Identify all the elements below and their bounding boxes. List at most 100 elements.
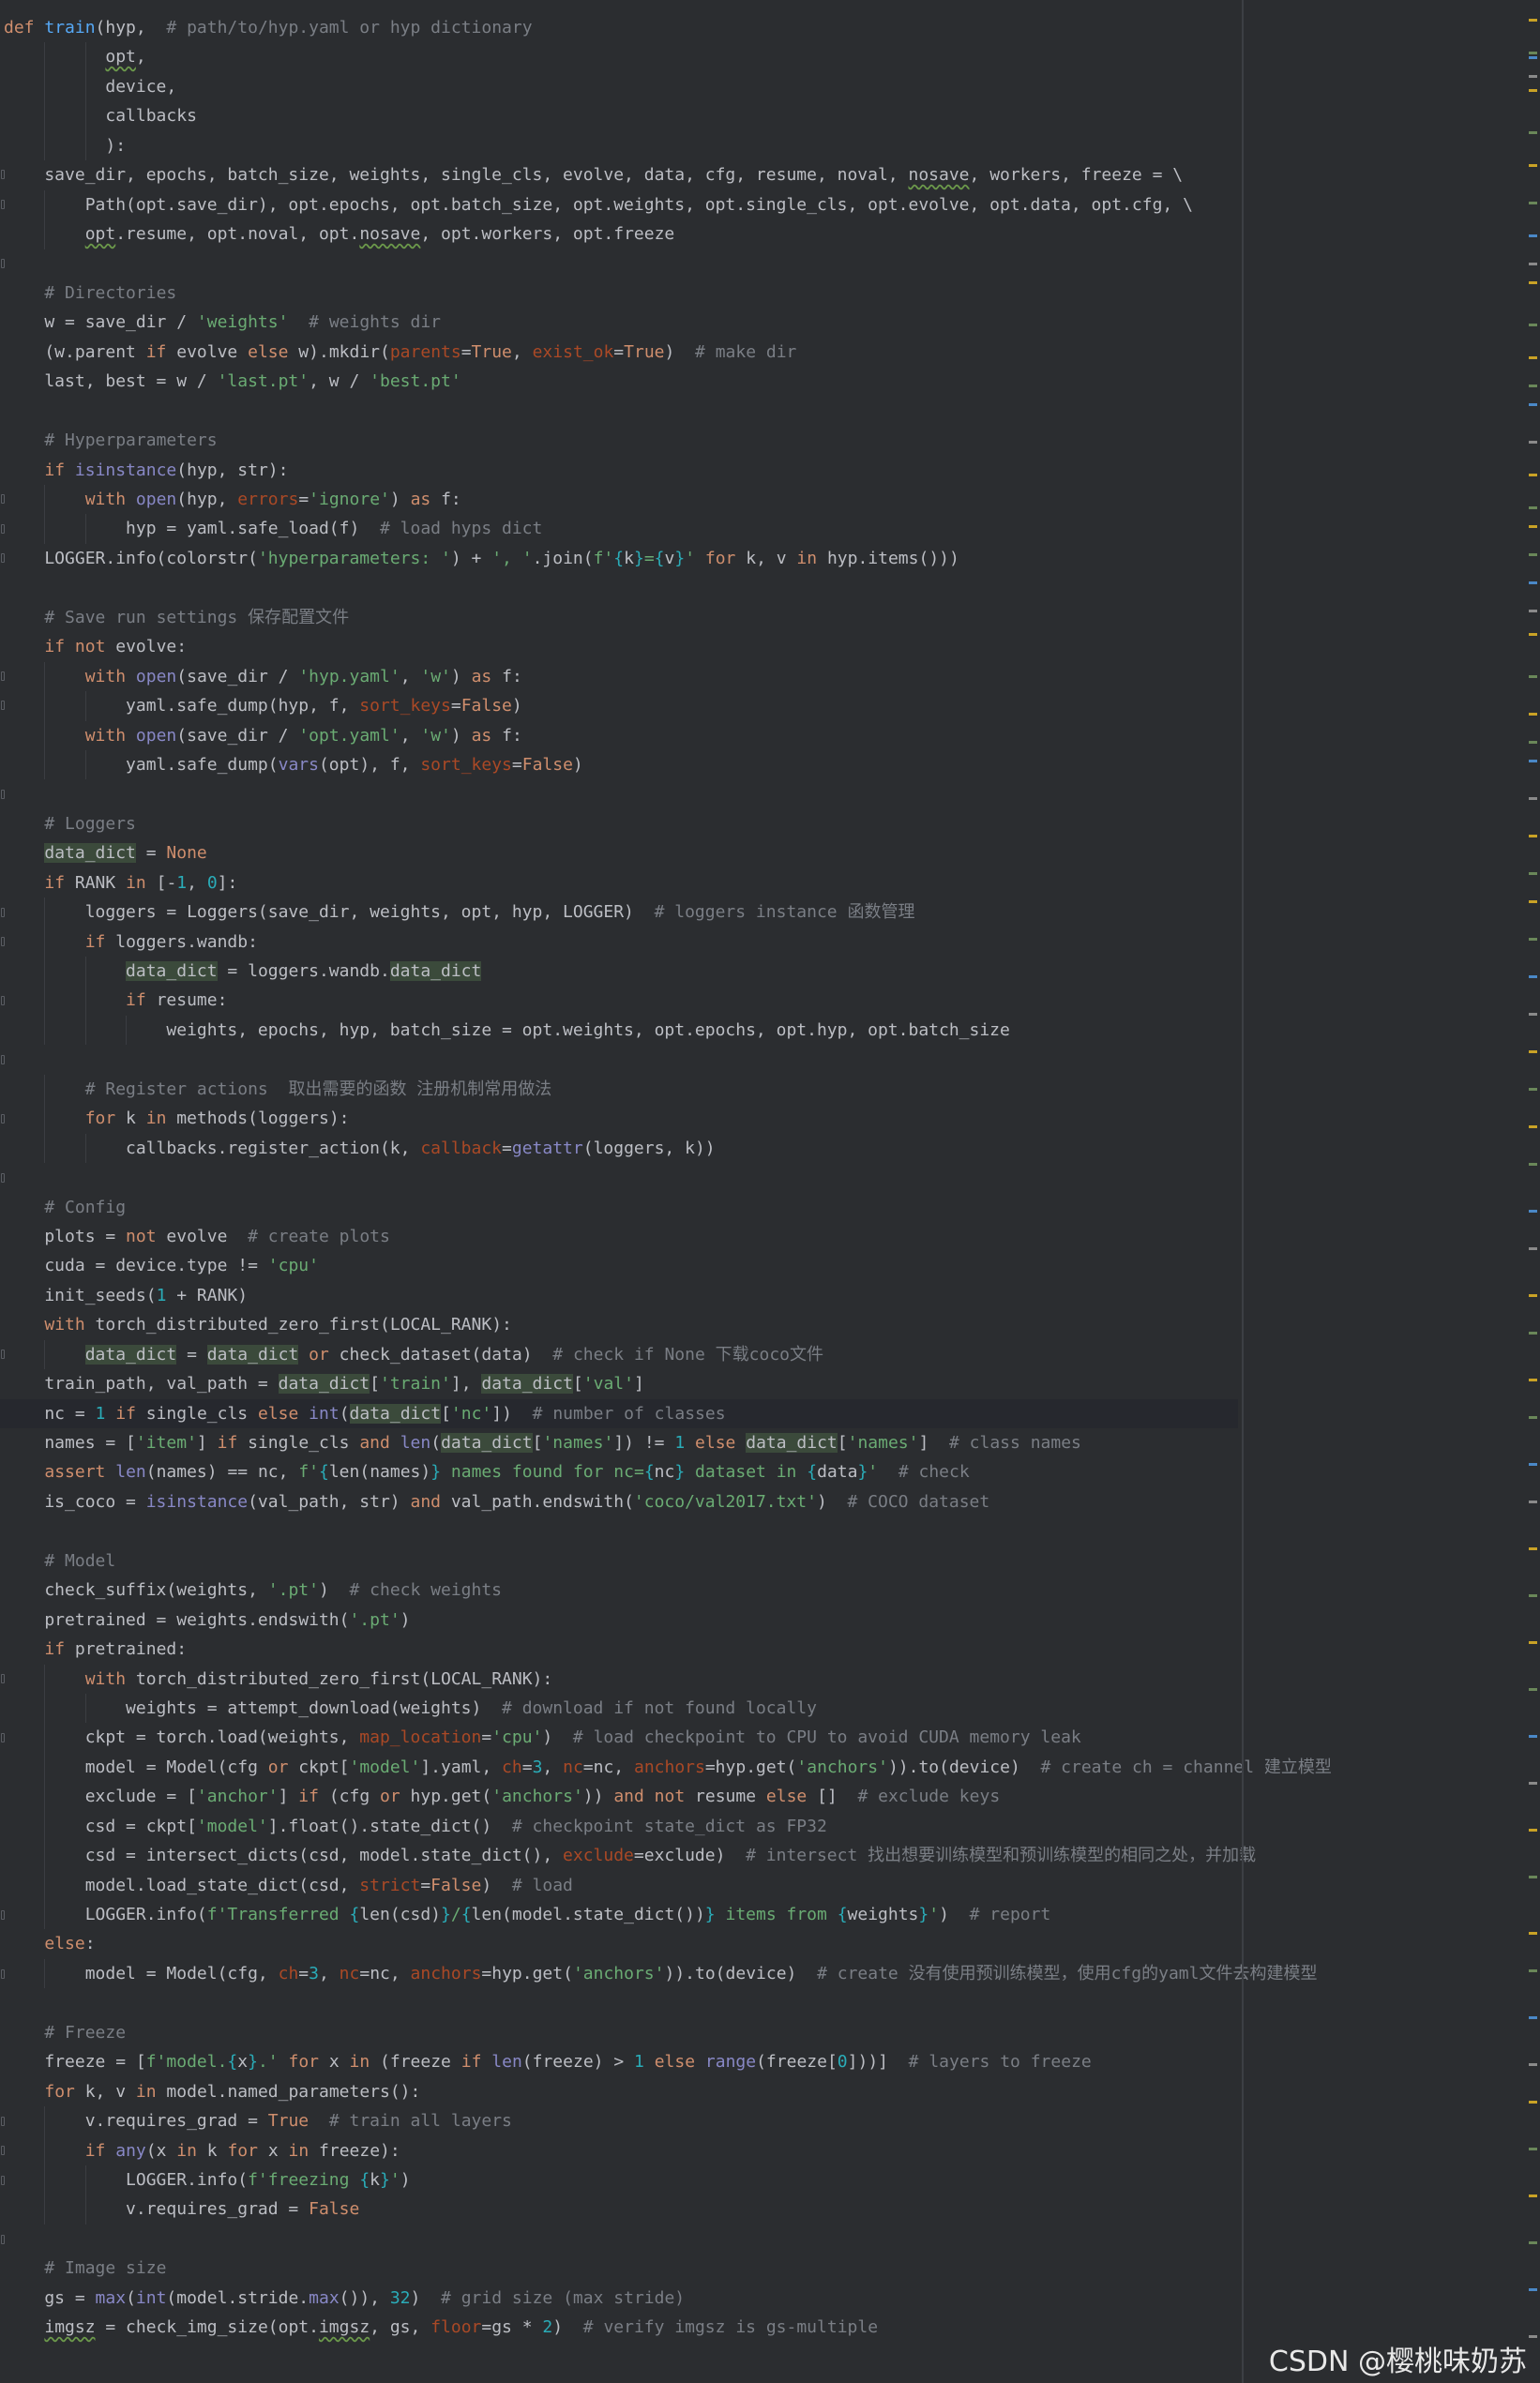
code-line[interactable]: weights = attempt_download(weights) # do…: [0, 1693, 1238, 1724]
code-line[interactable]: v.requires_grad = False: [0, 2194, 1238, 2225]
stripe-marker[interactable]: [1529, 441, 1537, 444]
stripe-marker[interactable]: [1529, 797, 1537, 800]
code-line[interactable]: # Directories: [0, 279, 1238, 308]
code-line[interactable]: with open(save_dir / 'opt.yaml', 'w') as…: [0, 720, 1238, 750]
code-line[interactable]: [0, 779, 1238, 808]
code-line[interactable]: names = ['item'] if single_cls and len(d…: [0, 1428, 1238, 1457]
code-line[interactable]: imgsz = check_img_size(opt.imgsz, gs, fl…: [0, 2313, 1238, 2342]
code-line[interactable]: # Config: [0, 1193, 1238, 1222]
stripe-marker[interactable]: [1529, 2101, 1537, 2104]
stripe-marker[interactable]: [1529, 760, 1537, 762]
stripe-marker[interactable]: [1529, 938, 1537, 941]
stripe-marker[interactable]: [1529, 324, 1537, 326]
code-line[interactable]: cuda = device.type != 'cpu': [0, 1251, 1238, 1280]
code-line[interactable]: opt.resume, opt.noval, opt.nosave, opt.w…: [0, 219, 1238, 249]
code-line[interactable]: csd = intersect_dicts(csd, model.state_d…: [0, 1841, 1256, 1871]
code-line[interactable]: else:: [0, 1929, 1238, 1958]
stripe-marker[interactable]: [1529, 1829, 1537, 1832]
code-line[interactable]: if pretrained:: [0, 1635, 1238, 1664]
stripe-marker[interactable]: [1529, 1594, 1537, 1597]
code-line[interactable]: Path(opt.save_dir), opt.epochs, opt.batc…: [0, 189, 1238, 220]
code-line[interactable]: data_dict = data_dict or check_dataset(d…: [0, 1339, 1238, 1370]
stripe-marker[interactable]: [1529, 1088, 1537, 1091]
code-line[interactable]: LOGGER.info(colorstr('hyperparameters: '…: [0, 544, 1238, 573]
code-line[interactable]: LOGGER.info(f'freezing {k}'): [0, 2164, 1238, 2195]
stripe-marker[interactable]: [1529, 1332, 1537, 1335]
stripe-marker[interactable]: [1529, 1416, 1537, 1419]
stripe-marker[interactable]: [1529, 1294, 1537, 1297]
stripe-marker[interactable]: [1529, 581, 1537, 584]
code-line[interactable]: exclude = ['anchor'] if (cfg or hyp.get(…: [0, 1782, 1238, 1812]
stripe-marker[interactable]: [1529, 234, 1537, 237]
stripe-marker[interactable]: [1529, 2016, 1537, 2019]
code-line[interactable]: # Register actions 取出需要的函数 注册机制常用做法: [0, 1074, 1238, 1105]
stripe-marker[interactable]: [1529, 1969, 1537, 1972]
stripe-marker[interactable]: [1529, 385, 1537, 387]
code-line[interactable]: ckpt = torch.load(weights, map_location=…: [0, 1723, 1238, 1753]
code-line[interactable]: device,: [0, 71, 1238, 102]
code-line[interactable]: if RANK in [-1, 0]:: [0, 868, 1238, 897]
code-line[interactable]: callbacks.register_action(k, callback=ge…: [0, 1133, 1238, 1164]
code-line[interactable]: csd = ckpt['model'].float().state_dict()…: [0, 1811, 1238, 1842]
code-line[interactable]: LOGGER.info(f'Transferred {len(csd)}/{le…: [0, 1900, 1238, 1930]
code-line[interactable]: loggers = Loggers(save_dir, weights, opt…: [0, 897, 1238, 928]
code-line[interactable]: [0, 573, 1238, 602]
code-line[interactable]: [0, 249, 1238, 279]
stripe-marker[interactable]: [1529, 1688, 1537, 1691]
stripe-marker[interactable]: [1529, 1876, 1537, 1878]
code-line[interactable]: # Save run settings 保存配置文件: [0, 603, 1238, 632]
stripe-marker[interactable]: [1529, 19, 1537, 22]
stripe-marker[interactable]: [1529, 633, 1537, 636]
code-line[interactable]: with open(hyp, errors='ignore') as f:: [0, 485, 1238, 515]
code-line[interactable]: save_dir, epochs, batch_size, weights, s…: [0, 160, 1238, 189]
code-line[interactable]: train_path, val_path = data_dict['train'…: [0, 1369, 1238, 1398]
code-line[interactable]: [0, 1045, 1238, 1074]
code-line[interactable]: def train(hyp, # path/to/hyp.yaml or hyp…: [0, 13, 1238, 42]
code-line[interactable]: nc = 1 if single_cls else int(data_dict[…: [0, 1398, 1238, 1428]
code-line[interactable]: data_dict = None: [0, 838, 1238, 867]
stripe-marker[interactable]: [1529, 2288, 1537, 2291]
code-line[interactable]: [0, 1988, 1238, 2017]
code-line[interactable]: with torch_distributed_zero_first(LOCAL_…: [0, 1310, 1238, 1339]
code-line[interactable]: gs = max(int(model.stride.max()), 32) # …: [0, 2284, 1238, 2313]
code-line[interactable]: # Freeze: [0, 2018, 1238, 2047]
stripe-marker[interactable]: [1529, 1247, 1537, 1250]
code-line[interactable]: model = Model(cfg or ckpt['model'].yaml,…: [0, 1752, 1332, 1783]
error-stripe[interactable]: [1525, 0, 1540, 2383]
code-line[interactable]: if any(x in k for x in freeze):: [0, 2135, 1238, 2165]
stripe-marker[interactable]: [1529, 1501, 1537, 1503]
code-line[interactable]: model = Model(cfg, ch=3, nc=nc, anchors=…: [0, 1958, 1317, 1989]
code-line[interactable]: init_seeds(1 + RANK): [0, 1281, 1238, 1310]
code-line[interactable]: if loggers.wandb:: [0, 927, 1238, 957]
stripe-marker[interactable]: [1529, 202, 1537, 204]
code-line[interactable]: opt,: [0, 42, 1238, 72]
code-line[interactable]: yaml.safe_dump(vars(opt), f, sort_keys=F…: [0, 749, 1238, 780]
stripe-marker[interactable]: [1529, 474, 1537, 476]
code-line[interactable]: # Hyperparameters: [0, 426, 1238, 455]
code-line[interactable]: data_dict = loggers.wandb.data_dict: [0, 957, 1238, 987]
code-line[interactable]: check_suffix(weights, '.pt') # check wei…: [0, 1576, 1238, 1605]
stripe-marker[interactable]: [1529, 1013, 1537, 1016]
stripe-marker[interactable]: [1529, 1932, 1537, 1935]
code-line[interactable]: for k, v in model.named_parameters():: [0, 2077, 1238, 2106]
stripe-marker[interactable]: [1529, 553, 1537, 556]
code-line[interactable]: [0, 397, 1238, 426]
code-line[interactable]: freeze = [f'model.{x}.' for x in (freeze…: [0, 2047, 1238, 2076]
code-line[interactable]: # Loggers: [0, 809, 1238, 838]
stripe-marker[interactable]: [1529, 1379, 1537, 1381]
stripe-marker[interactable]: [1529, 1163, 1537, 1166]
code-line[interactable]: model.load_state_dict(csd, strict=False)…: [0, 1870, 1238, 1900]
code-area[interactable]: def train(hyp, # path/to/hyp.yaml or hyp…: [0, 13, 1332, 2343]
code-line[interactable]: hyp = yaml.safe_load(f) # load hyps dict: [0, 514, 1238, 544]
code-line[interactable]: [0, 1163, 1238, 1192]
stripe-marker[interactable]: [1529, 89, 1537, 92]
stripe-marker[interactable]: [1529, 975, 1537, 978]
stripe-marker[interactable]: [1529, 1782, 1537, 1785]
code-line[interactable]: for k in methods(loggers):: [0, 1104, 1238, 1134]
code-editor[interactable]: def train(hyp, # path/to/hyp.yaml or hyp…: [0, 0, 1540, 2383]
stripe-marker[interactable]: [1529, 403, 1537, 406]
code-line[interactable]: with open(save_dir / 'hyp.yaml', 'w') as…: [0, 661, 1238, 692]
stripe-marker[interactable]: [1529, 1547, 1537, 1550]
stripe-marker[interactable]: [1529, 675, 1537, 678]
stripe-marker[interactable]: [1529, 1641, 1537, 1644]
